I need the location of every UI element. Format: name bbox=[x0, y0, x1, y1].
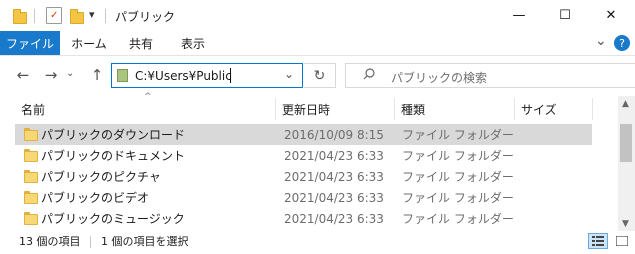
address-bar[interactable]: C:¥Users¥Public ⌄ bbox=[111, 63, 303, 88]
folder-icon bbox=[24, 191, 38, 204]
up-button[interactable]: ↑ bbox=[86, 64, 108, 86]
sort-ascending-icon: ^ bbox=[144, 92, 152, 102]
file-type: ファイル フォルダー bbox=[402, 149, 514, 163]
column-separator[interactable] bbox=[275, 98, 276, 120]
file-name: パブリックのビデオ bbox=[41, 191, 150, 205]
file-date: 2021/04/23 6:33 bbox=[284, 190, 384, 205]
window-title: パブリック bbox=[115, 10, 176, 24]
maximize-button[interactable]: ☐ bbox=[542, 0, 588, 30]
file-name: パブリックのミュージック bbox=[41, 212, 185, 226]
folder-icon bbox=[24, 128, 38, 141]
search-box[interactable]: パブリックの検索 bbox=[345, 63, 635, 88]
search-icon bbox=[363, 68, 375, 80]
help-icon[interactable]: ? bbox=[614, 35, 630, 51]
status-selection: 1 個の項目を選択 bbox=[101, 235, 189, 248]
file-date: 2016/10/09 8:15 bbox=[284, 127, 384, 142]
file-date: 2021/04/23 6:33 bbox=[284, 169, 384, 184]
refresh-button[interactable]: ↻ bbox=[304, 63, 336, 88]
file-name: パブリックのピクチャ bbox=[41, 170, 161, 184]
file-date: 2021/04/23 6:33 bbox=[284, 211, 384, 226]
toolbar-divider bbox=[105, 9, 106, 23]
status-divider bbox=[90, 236, 91, 248]
file-name: パブリックのドキュメント bbox=[41, 149, 186, 163]
ribbon-divider bbox=[0, 55, 635, 56]
file-type: ファイル フォルダー bbox=[402, 212, 514, 226]
close-button[interactable]: ✕ bbox=[588, 0, 634, 30]
drive-icon bbox=[117, 69, 128, 82]
tab-share[interactable]: 共有 bbox=[120, 31, 162, 55]
toolbar-divider bbox=[34, 9, 35, 23]
recent-locations-chevron-icon[interactable]: ⌄ bbox=[66, 68, 74, 79]
column-separator[interactable] bbox=[394, 98, 395, 120]
file-row[interactable]: パブリックのピクチャ 2021/04/23 6:33 ファイル フォルダー bbox=[15, 166, 592, 187]
folder-icon bbox=[13, 9, 27, 24]
expand-ribbon-icon[interactable]: ⌄ bbox=[595, 33, 607, 49]
column-separator[interactable] bbox=[592, 98, 593, 120]
properties-icon[interactable]: ✓ bbox=[46, 7, 62, 24]
address-dropdown-icon[interactable]: ⌄ bbox=[284, 67, 294, 81]
file-row[interactable]: パブリックのビデオ 2021/04/23 6:33 ファイル フォルダー bbox=[15, 187, 592, 208]
text-cursor bbox=[230, 68, 231, 83]
status-item-count: 13 個の項目 bbox=[19, 235, 81, 248]
tab-view[interactable]: 表示 bbox=[170, 31, 216, 55]
scroll-down-icon[interactable]: ▼ bbox=[622, 219, 629, 229]
folder-icon bbox=[24, 212, 38, 225]
file-row[interactable]: パブリックのドキュメント 2021/04/23 6:33 ファイル フォルダー bbox=[15, 145, 592, 166]
column-header-name[interactable]: 名前 bbox=[21, 96, 45, 122]
column-header-type[interactable]: 種類 bbox=[401, 96, 425, 122]
forward-button[interactable]: → bbox=[40, 64, 62, 86]
file-row[interactable]: パブリックのダウンロード 2016/10/09 8:15 ファイル フォルダー bbox=[15, 124, 592, 145]
folder-icon bbox=[24, 170, 38, 183]
file-type: ファイル フォルダー bbox=[402, 128, 514, 142]
column-header-size[interactable]: サイズ bbox=[521, 96, 557, 122]
new-folder-icon[interactable] bbox=[70, 9, 84, 24]
minimize-button[interactable]: — bbox=[496, 0, 542, 30]
file-row[interactable]: パブリックのミュージック 2021/04/23 6:33 ファイル フォルダー bbox=[15, 208, 592, 229]
scrollbar-thumb[interactable] bbox=[620, 124, 632, 162]
tab-file[interactable]: ファイル bbox=[0, 31, 60, 55]
address-path[interactable]: C:¥Users¥Public bbox=[135, 69, 232, 83]
file-name: パブリックのダウンロード bbox=[41, 128, 186, 142]
customize-toolbar-icon[interactable]: ▾ bbox=[89, 8, 95, 21]
scroll-up-icon[interactable]: ▲ bbox=[622, 99, 629, 109]
column-separator[interactable] bbox=[514, 98, 515, 120]
file-date: 2021/04/23 6:33 bbox=[284, 148, 384, 163]
tab-home[interactable]: ホーム bbox=[66, 31, 112, 55]
details-view-icon[interactable] bbox=[588, 233, 608, 249]
file-type: ファイル フォルダー bbox=[402, 170, 514, 184]
folder-icon bbox=[24, 149, 38, 162]
vertical-scrollbar[interactable] bbox=[618, 96, 635, 231]
file-type: ファイル フォルダー bbox=[402, 191, 514, 205]
column-header-date[interactable]: 更新日時 bbox=[282, 96, 330, 122]
back-button[interactable]: ← bbox=[12, 64, 34, 86]
search-placeholder: パブリックの検索 bbox=[391, 71, 488, 85]
large-icons-view-icon[interactable] bbox=[612, 233, 632, 249]
